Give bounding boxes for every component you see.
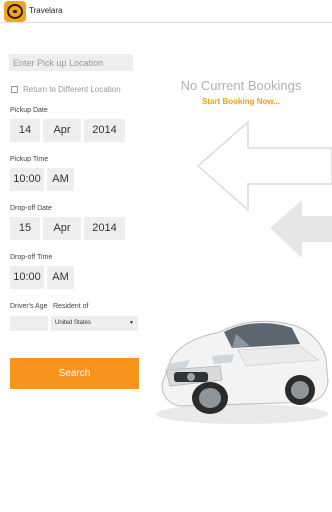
- start-booking-link[interactable]: Start Booking Now...: [165, 97, 317, 106]
- no-bookings-title: No Current Bookings: [180, 78, 302, 93]
- app-header: Travelara: [0, 0, 332, 23]
- resident-of-label: Resident of: [53, 303, 89, 310]
- pickup-ampm-select[interactable]: AM: [47, 168, 74, 191]
- return-different-location-checkbox[interactable]: [11, 86, 18, 93]
- pickup-year-select[interactable]: 2014: [84, 119, 125, 142]
- dropdown-caret-icon: ▼: [129, 320, 134, 326]
- search-button[interactable]: Search: [10, 358, 139, 389]
- decorative-arrows-icon: [196, 120, 332, 258]
- dropoff-date-label: Drop-off Date: [10, 205, 52, 212]
- pickup-time-label: Pickup Time: [10, 156, 49, 163]
- pickup-date-label: Pickup Date: [10, 107, 48, 114]
- drivers-age-label: Driver's Age: [10, 303, 48, 310]
- pickup-day-select[interactable]: 14: [10, 119, 40, 142]
- return-different-location-label: Return to Different Location: [23, 85, 121, 94]
- dropoff-day-select[interactable]: 15: [10, 217, 40, 240]
- pickup-month-select[interactable]: Apr: [43, 119, 81, 142]
- resident-country-select[interactable]: United States ▼: [51, 316, 138, 331]
- dropoff-time-label: Drop-off Time: [10, 254, 53, 261]
- pickup-time-select[interactable]: 10:00: [10, 168, 44, 191]
- steering-wheel-logo-icon: [4, 1, 26, 22]
- dropoff-year-select[interactable]: 2014: [84, 217, 125, 240]
- pickup-location-input[interactable]: Enter Pick up Location: [9, 54, 133, 71]
- car-image: [156, 320, 329, 424]
- drivers-age-input[interactable]: [10, 316, 48, 331]
- resident-country-value: United States: [55, 320, 92, 326]
- dropoff-time-select[interactable]: 10:00: [10, 266, 44, 289]
- dropoff-month-select[interactable]: Apr: [43, 217, 81, 240]
- dropoff-ampm-select[interactable]: AM: [47, 266, 74, 289]
- app-title: Travelara: [29, 6, 63, 15]
